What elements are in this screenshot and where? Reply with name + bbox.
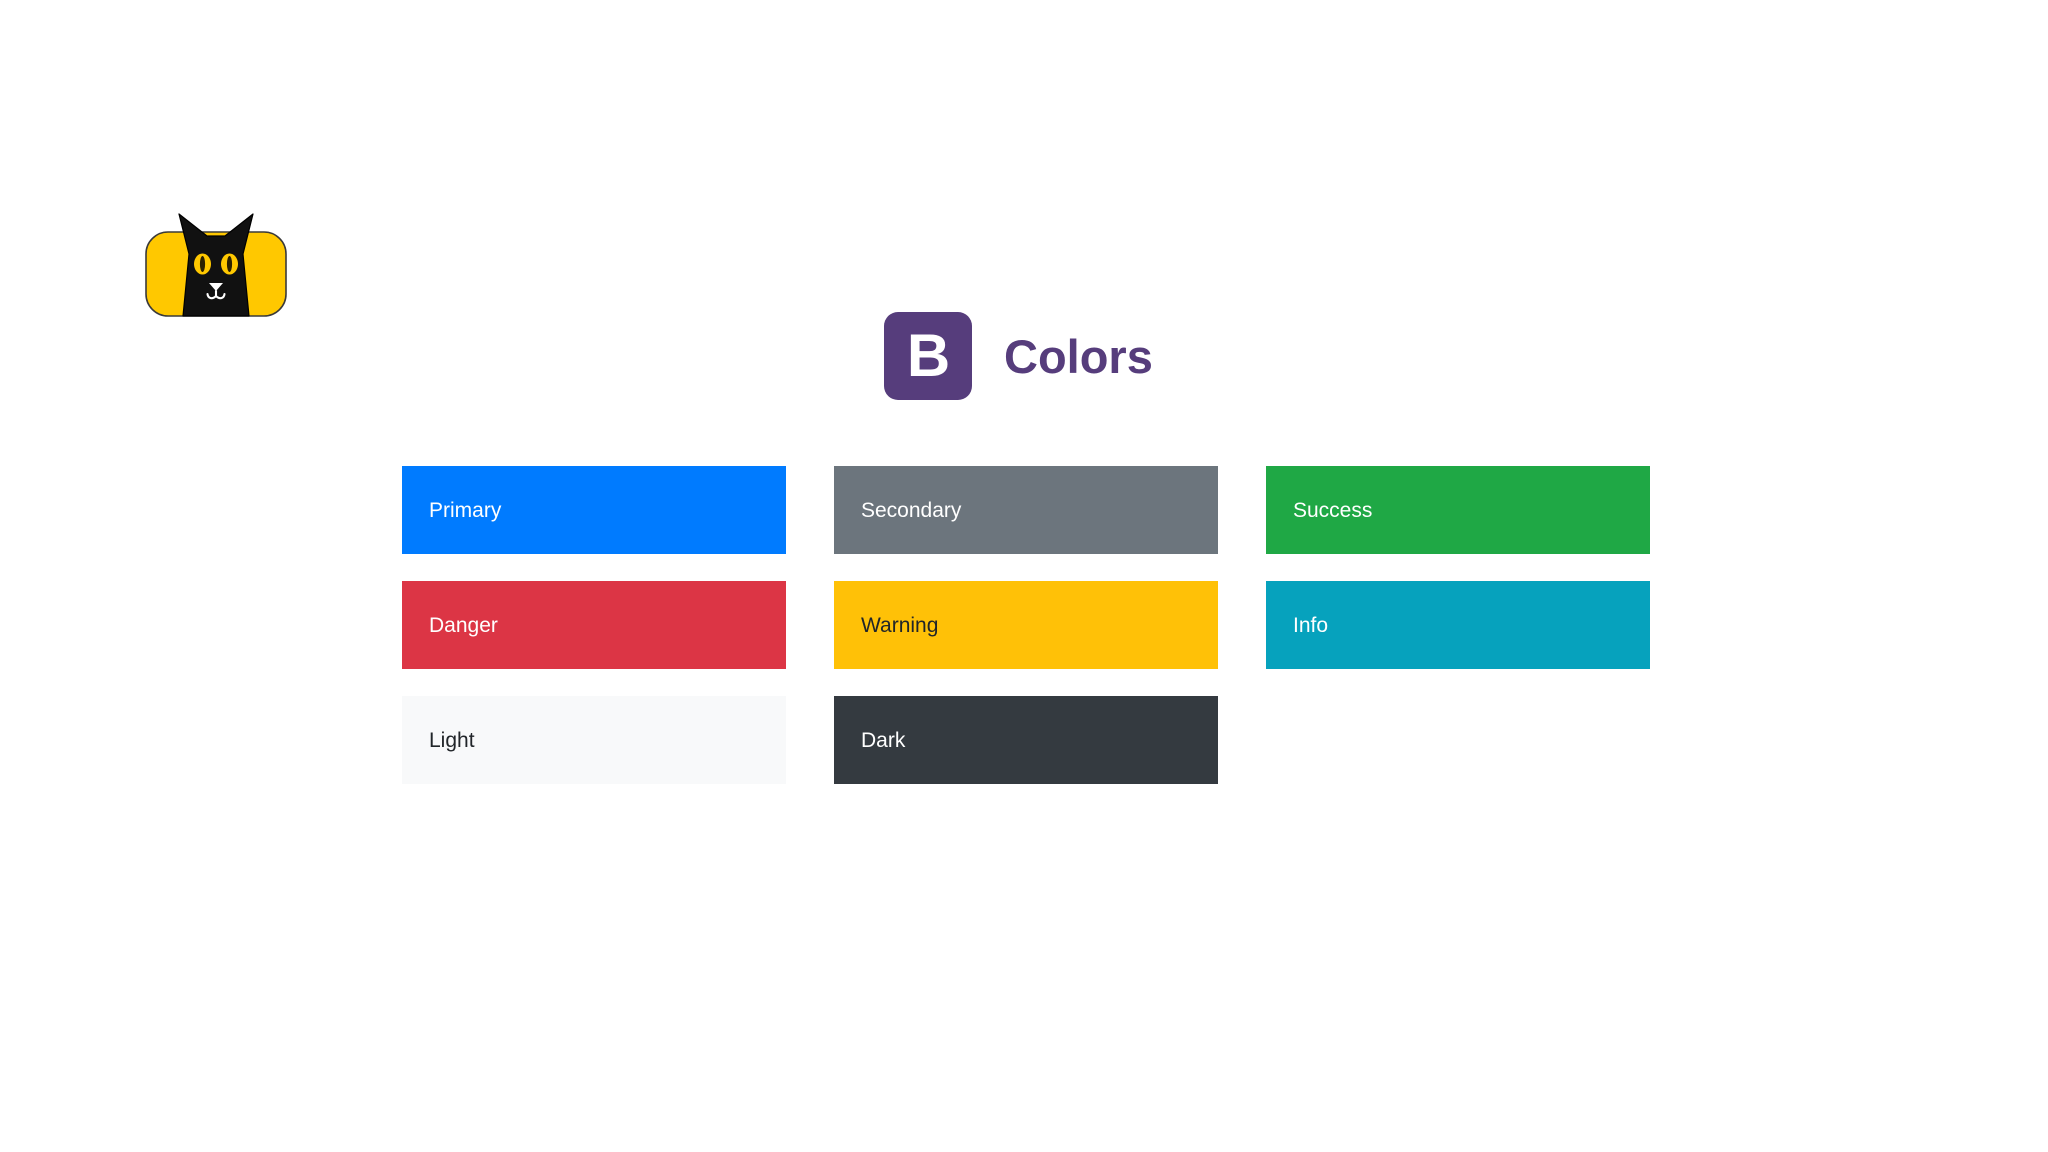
color-swatch-label: Secondary — [861, 498, 962, 522]
color-swatch-grid: Primary Secondary Success Danger Warning Info… — [402, 466, 1650, 784]
cat-right-pupil — [226, 256, 233, 272]
color-swatch-secondary[interactable]: Secondary — [834, 466, 1218, 554]
color-swatch-danger[interactable]: Danger — [402, 581, 786, 669]
color-swatch-success[interactable]: Success — [1266, 466, 1650, 554]
color-swatch-label: Danger — [429, 613, 498, 637]
color-swatch-label: Warning — [861, 613, 939, 637]
black-cat-logo-svg — [145, 213, 287, 317]
bootstrap-logo-icon: B — [884, 312, 972, 400]
color-swatch-light[interactable]: Light — [402, 696, 786, 784]
page-header: B Colors — [884, 312, 1153, 400]
color-swatch-info[interactable]: Info — [1266, 581, 1650, 669]
color-swatch-warning[interactable]: Warning — [834, 581, 1218, 669]
bootstrap-logo-letter: B — [906, 322, 950, 389]
color-swatch-label: Primary — [429, 498, 502, 522]
cat-head-silhouette — [178, 213, 254, 317]
color-swatch-dark[interactable]: Dark — [834, 696, 1218, 784]
color-swatch-label: Dark — [861, 728, 906, 752]
color-swatch-primary[interactable]: Primary — [402, 466, 786, 554]
cat-left-pupil — [199, 256, 206, 272]
color-swatch-label: Info — [1293, 613, 1329, 637]
color-swatch-label: Light — [429, 728, 475, 752]
black-cat-logo — [145, 212, 287, 317]
page-title: Colors — [1004, 329, 1153, 383]
color-swatch-label: Success — [1293, 498, 1373, 522]
